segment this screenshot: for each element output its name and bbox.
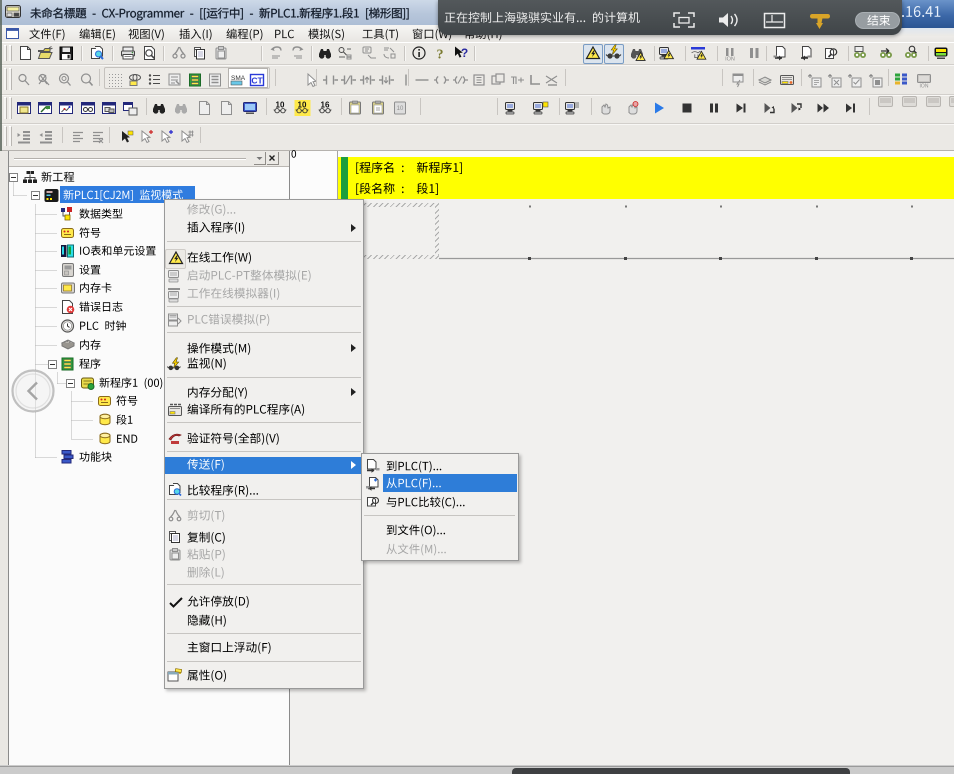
- svg-text:?: ?: [437, 48, 444, 63]
- svg-text:ION: ION: [920, 84, 929, 90]
- svg-text:10: 10: [397, 106, 404, 112]
- svg-text:?: ?: [461, 46, 468, 60]
- svg-text:CT: CT: [251, 76, 263, 86]
- svg-text:ION: ION: [725, 57, 735, 63]
